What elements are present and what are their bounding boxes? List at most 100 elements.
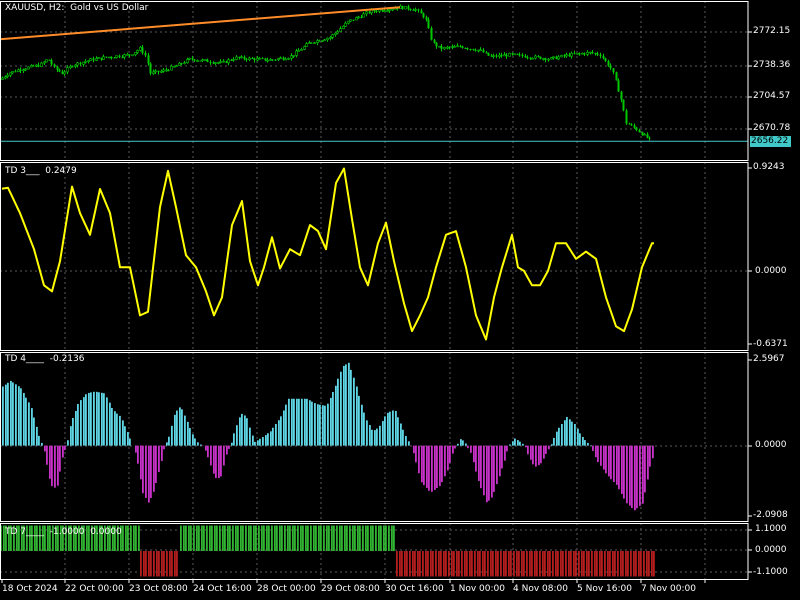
td4-bar (12, 382, 14, 446)
candle-body (271, 59, 274, 61)
td4-bar (111, 407, 113, 446)
candle-body (492, 55, 495, 57)
td7-bar (341, 525, 343, 551)
td7-bar (607, 551, 609, 577)
td4-bar (330, 397, 332, 446)
td4-bar (389, 411, 391, 446)
td4-bar (361, 404, 363, 446)
candle-body (383, 10, 386, 12)
candle-body (219, 61, 222, 63)
td4-bar (85, 394, 87, 446)
td7-bar (323, 525, 325, 551)
td4-bar (556, 431, 558, 446)
td7-bar (401, 551, 403, 577)
td4-bar (551, 444, 553, 446)
td7-bar (180, 525, 182, 551)
td4-bar (337, 378, 339, 446)
td7-bar (422, 551, 424, 577)
candle-body (427, 19, 430, 29)
td4-bar (571, 421, 573, 446)
td4-bar (239, 417, 241, 446)
td7-bar (435, 551, 437, 577)
candle-body (201, 59, 204, 62)
td4-bar (215, 445, 217, 479)
td4-panel[interactable] (2, 362, 654, 511)
td3-scale-label: -0.6371 (753, 339, 788, 349)
td4-bar (441, 445, 443, 483)
td7-bar (344, 525, 346, 551)
td7-bar (229, 525, 231, 551)
td4-bar (634, 445, 636, 511)
candle-body (11, 70, 14, 74)
td4-bar (293, 398, 295, 446)
candle-body (607, 61, 610, 66)
td4-bar (236, 425, 238, 446)
td7-bar (148, 551, 150, 577)
td7-bar (487, 551, 489, 577)
candle-body (456, 45, 459, 48)
td4-bar (626, 445, 628, 504)
td3-scale-label: 0.0000 (755, 266, 787, 276)
candle-body (602, 55, 605, 59)
candle-body (154, 70, 157, 73)
td3-panel[interactable] (1, 167, 654, 341)
td4-bar (473, 445, 475, 463)
price-panel[interactable] (0, 4, 748, 142)
td4-bar (376, 428, 378, 446)
candle-body (235, 56, 238, 60)
td4-bar (478, 445, 480, 481)
candle-body (92, 58, 95, 61)
candle-body (648, 137, 651, 139)
td4-bar (259, 438, 261, 446)
td4-bar (475, 445, 477, 472)
candle-body (318, 40, 321, 42)
td4-bar (314, 403, 316, 446)
td4-bar (618, 445, 620, 490)
td7-bar (443, 551, 445, 577)
td7-bar (529, 551, 531, 577)
td7-scale-label: 1.1000 (755, 524, 787, 534)
td4-bar (174, 414, 176, 446)
td7-bar (294, 525, 296, 551)
candle-body (48, 59, 51, 61)
candle-body (630, 124, 633, 126)
candle-body (633, 125, 636, 128)
td7-bar (458, 551, 460, 577)
td4-bar (535, 445, 537, 467)
td4-bar (408, 441, 410, 446)
candle-body (464, 47, 467, 49)
td7-bar (653, 551, 655, 577)
candle-body (573, 53, 576, 55)
td7-bar (500, 551, 502, 577)
td4-bar (532, 445, 534, 465)
td7-bar (198, 525, 200, 551)
td4-bar (600, 445, 602, 466)
td4-bar (327, 403, 329, 446)
td4-bar (291, 398, 293, 446)
td4-bar (83, 397, 85, 446)
td4-bar (548, 445, 550, 450)
td4-bar (5, 384, 7, 446)
td7-bar (138, 525, 140, 551)
candle-body (503, 54, 506, 57)
candle-body (404, 6, 407, 10)
td4-bar (465, 443, 467, 446)
td4-bar (93, 391, 95, 446)
td7-bar (646, 551, 648, 577)
td4-bar (301, 398, 303, 446)
td4-bar (25, 397, 27, 446)
td4-bar (101, 392, 103, 446)
td7-bar (266, 525, 268, 551)
td4-bar (447, 445, 449, 471)
td4-bar (189, 428, 191, 446)
td4-bar (127, 432, 129, 446)
td7-bar (354, 525, 356, 551)
chart-stage[interactable] (0, 0, 800, 600)
td4-bar (20, 388, 22, 446)
td7-bar (203, 525, 205, 551)
candle-body (628, 123, 631, 125)
td7-bar (150, 551, 152, 577)
td7-bar (255, 525, 257, 551)
td7-bar (638, 551, 640, 577)
candle-body (609, 65, 612, 69)
